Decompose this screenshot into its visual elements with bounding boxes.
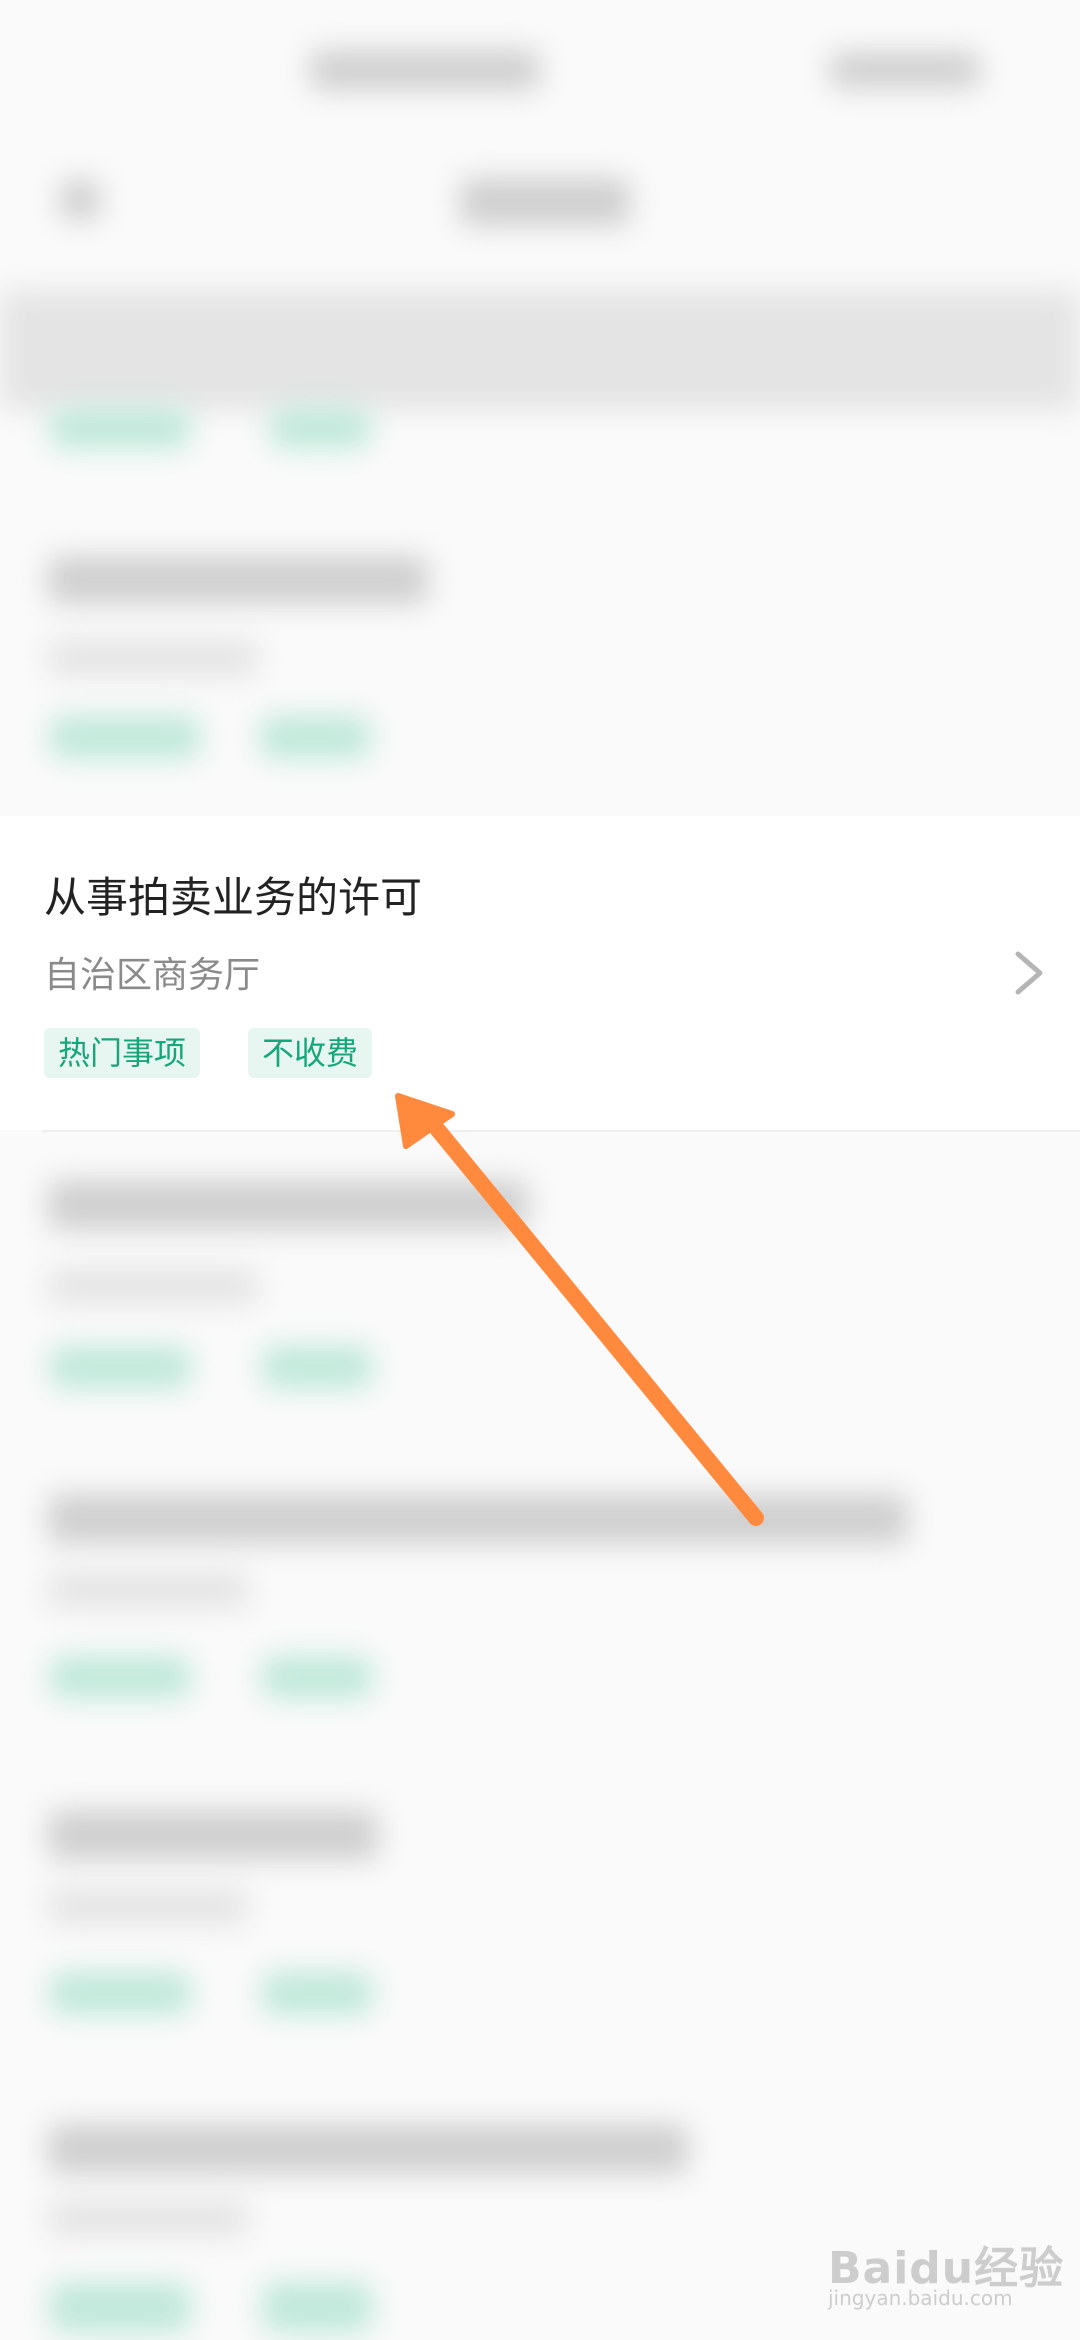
blurred-page-title [460,178,630,226]
blurred-item-title[interactable] [48,1494,908,1544]
item-department: 自治区商务厅 [44,955,261,996]
blurred-back-button[interactable] [60,180,100,220]
blurred-tag [260,716,370,758]
blurred-tag [262,1656,372,1698]
blurred-item-dept [48,640,258,676]
blurred-tag [50,1656,190,1698]
blurred-item-dept [48,1268,258,1304]
blurred-item-title[interactable] [48,1180,528,1230]
blurred-item-dept [48,1572,248,1608]
tag-hot-item: 热门事项 [44,1028,201,1078]
divider [42,1130,1080,1132]
blurred-tag [50,716,200,758]
watermark-url: jingyan.baidu.com [828,2286,1013,2310]
blurred-tag [50,1346,190,1388]
blurred-status-icons [830,52,980,88]
blurred-item-dept [48,1888,248,1924]
chevron-right-icon [1015,951,1043,995]
tag-free: 不收费 [248,1028,373,1078]
list-item[interactable]: 从事拍卖业务的许可 自治区商务厅 热门事项 不收费 [0,816,1080,1130]
blurred-item-title[interactable] [48,556,428,604]
blurred-item-dept [48,2200,248,2236]
blurred-tag [262,2282,372,2332]
blurred-tag [50,2282,190,2332]
blurred-item-title[interactable] [48,2124,688,2174]
item-title: 从事拍卖业务的许可 [44,873,423,922]
blurred-item-title[interactable] [48,1810,378,1860]
blurred-tag [50,1972,190,2014]
blurred-tag [50,408,190,448]
blurred-header-band [0,290,1080,410]
blurred-tag [262,1346,372,1388]
blurred-tag [262,1972,372,2014]
screen: 从事拍卖业务的许可 自治区商务厅 热门事项 不收费 Baidu经验 jingya… [0,0,1080,2340]
blurred-tag [270,408,370,448]
baidu-watermark: Baidu经验 jingyan.baidu.com [828,2222,1063,2312]
blurred-status-text [310,50,540,90]
